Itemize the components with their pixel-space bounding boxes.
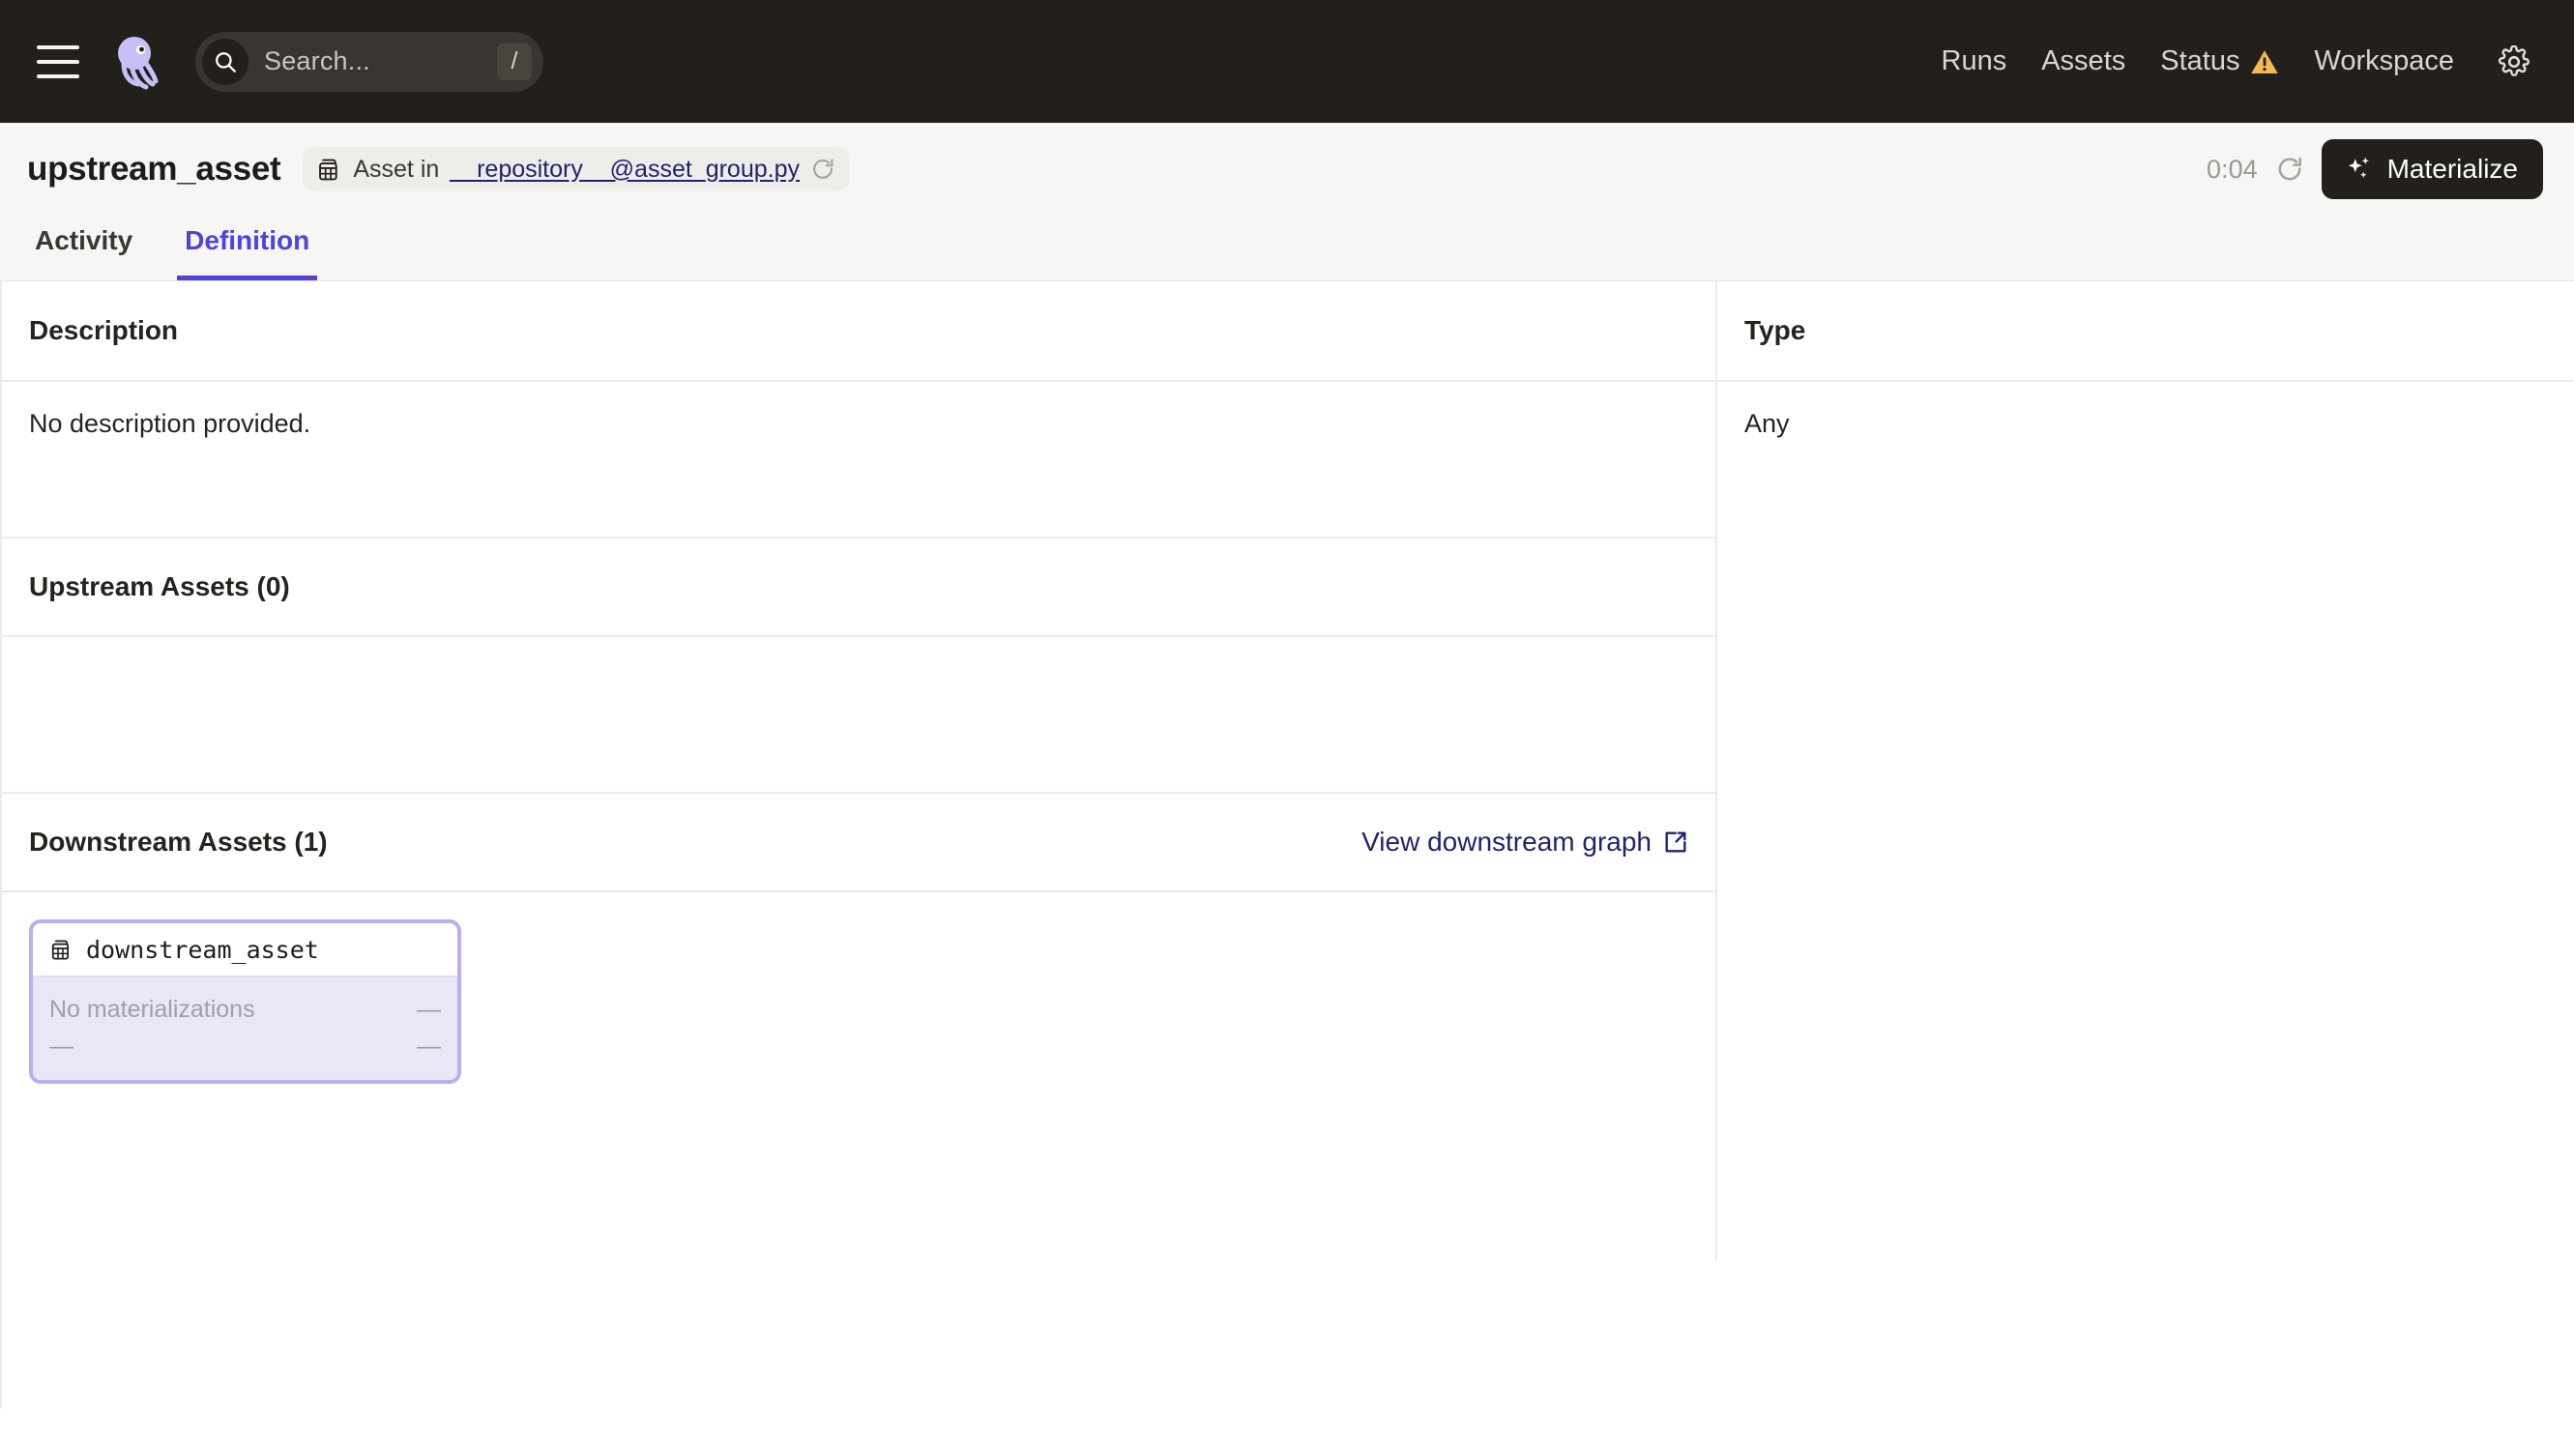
asset-node-name: downstream_asset bbox=[86, 935, 319, 964]
search-input[interactable]: Search... bbox=[264, 46, 497, 76]
section-title: Type bbox=[1744, 315, 1806, 345]
materialize-button-label: Materialize bbox=[2386, 154, 2518, 184]
definition-side-column: Type Any bbox=[1715, 281, 2574, 1261]
description-text: No description provided. bbox=[29, 409, 311, 438]
asset-table-icon bbox=[316, 157, 342, 183]
page-header-actions: 0:04 Materialize bbox=[2207, 139, 2543, 199]
hamburger-bar bbox=[37, 73, 79, 78]
refresh-icon[interactable] bbox=[810, 157, 835, 182]
view-downstream-graph-label: View downstream graph bbox=[1361, 827, 1652, 857]
nav-link-label: Runs bbox=[1941, 45, 2007, 76]
tab-definition[interactable]: Definition bbox=[177, 225, 318, 280]
asset-node-card[interactable]: downstream_asset No materializations — —… bbox=[29, 919, 461, 1084]
nav-link-runs[interactable]: Runs bbox=[1924, 45, 2025, 77]
hamburger-bar bbox=[37, 59, 79, 64]
page-header: upstream_asset Asset in __repository__@a… bbox=[0, 123, 2574, 210]
search-icon bbox=[202, 38, 249, 85]
asset-repository-badge: Asset in __repository__@asset_group.py bbox=[303, 147, 849, 191]
tab-activity[interactable]: Activity bbox=[27, 225, 140, 280]
asset-node-meta-right: — bbox=[417, 1032, 441, 1060]
tab-label: Definition bbox=[185, 225, 310, 255]
nav-link-label: Status bbox=[2160, 45, 2240, 76]
view-downstream-graph-link[interactable]: View downstream graph bbox=[1361, 827, 1688, 858]
tab-label: Activity bbox=[35, 225, 133, 255]
top-navigation-bar: Search... / Runs Assets Status Workspace bbox=[0, 0, 2574, 123]
nav-link-assets[interactable]: Assets bbox=[2024, 45, 2143, 77]
downstream-assets-section-header: Downstream Assets (1) View downstream gr… bbox=[2, 792, 1715, 892]
search-shortcut-chip: / bbox=[497, 43, 532, 80]
refresh-icon[interactable] bbox=[2275, 155, 2304, 184]
upstream-assets-section-header: Upstream Assets (0) bbox=[2, 537, 1715, 637]
type-value: Any bbox=[1744, 409, 1790, 438]
hamburger-bar bbox=[37, 44, 79, 49]
definition-main-column: Description No description provided. Ups… bbox=[2, 281, 1715, 1409]
refresh-timer: 0:04 bbox=[2207, 154, 2258, 184]
asset-node-header: downstream_asset bbox=[33, 923, 457, 977]
sparkles-icon bbox=[2345, 155, 2374, 184]
dagster-logo[interactable] bbox=[108, 32, 168, 92]
global-search-bar[interactable]: Search... / bbox=[195, 31, 543, 92]
nav-link-status[interactable]: Status bbox=[2143, 45, 2296, 77]
downstream-assets-section-body: downstream_asset No materializations — —… bbox=[2, 892, 1715, 1341]
description-section-body: No description provided. bbox=[2, 382, 1715, 537]
definition-body: Description No description provided. Ups… bbox=[0, 281, 2574, 1409]
materialize-button[interactable]: Materialize bbox=[2321, 139, 2543, 199]
nav-link-label: Assets bbox=[2041, 45, 2126, 76]
asset-node-status-row: No materializations — bbox=[49, 991, 441, 1028]
type-section-header: Type bbox=[1717, 281, 2574, 382]
section-title: Description bbox=[29, 315, 179, 345]
upstream-assets-section-body bbox=[2, 637, 1715, 792]
type-section-body: Any bbox=[1717, 382, 2574, 466]
asset-node-meta-left: — bbox=[49, 1032, 73, 1060]
page-title: upstream_asset bbox=[27, 150, 281, 188]
description-section-header: Description bbox=[2, 281, 1715, 382]
nav-link-label: Workspace bbox=[2314, 45, 2454, 76]
hamburger-menu-icon[interactable] bbox=[37, 44, 79, 78]
asset-node-status-value: — bbox=[417, 995, 441, 1023]
external-link-icon bbox=[1663, 830, 1688, 855]
nav-link-workspace[interactable]: Workspace bbox=[2296, 45, 2472, 77]
asset-node-status: No materializations bbox=[49, 995, 255, 1023]
warning-triangle-icon bbox=[2250, 48, 2279, 75]
gear-icon[interactable] bbox=[2493, 41, 2535, 83]
asset-node-meta-row: — — bbox=[49, 1028, 441, 1064]
primary-nav-links: Runs Assets Status Workspace bbox=[1924, 41, 2535, 83]
asset-table-icon bbox=[49, 938, 73, 962]
asset-node-body: No materializations — — — bbox=[33, 977, 457, 1080]
tab-bar: Activity Definition bbox=[0, 210, 2574, 280]
page-header-region: upstream_asset Asset in __repository__@a… bbox=[0, 123, 2574, 281]
asset-badge-prefix: Asset in bbox=[353, 155, 440, 183]
section-title: Downstream Assets (1) bbox=[29, 827, 328, 857]
section-title: Upstream Assets (0) bbox=[29, 571, 290, 601]
repository-link[interactable]: __repository__@asset_group.py bbox=[450, 156, 800, 184]
